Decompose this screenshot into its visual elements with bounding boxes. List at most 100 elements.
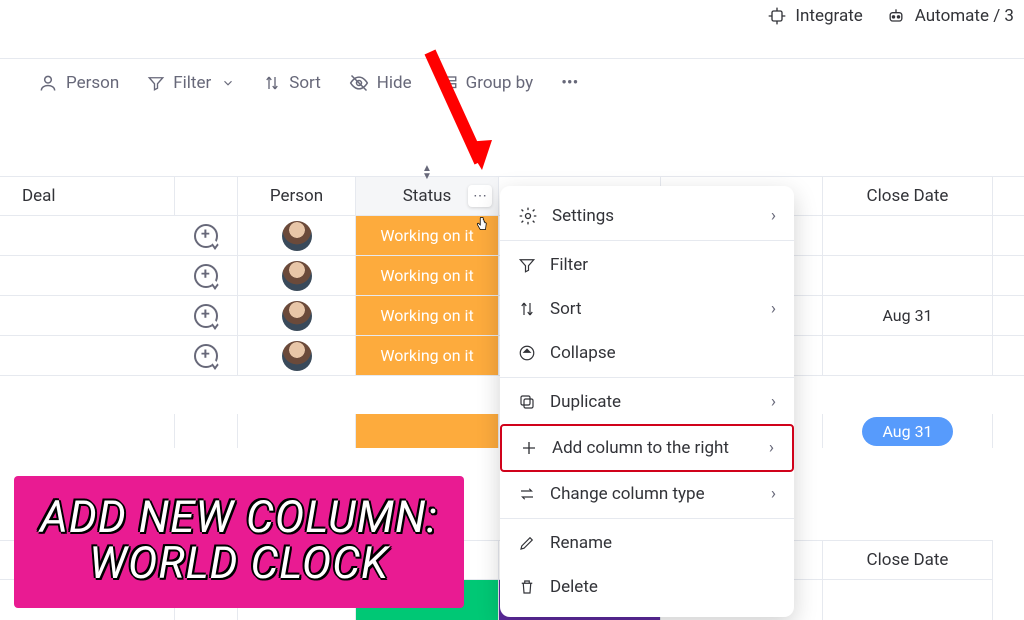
add-update-icon[interactable]	[194, 304, 218, 328]
cell-status[interactable]: Working on it	[356, 256, 499, 295]
integrate-label: Integrate	[795, 6, 862, 26]
cell-close-date[interactable]	[823, 216, 993, 255]
header-close-date-label: Close Date	[867, 186, 949, 206]
filter-icon	[518, 256, 536, 274]
add-update-icon[interactable]	[194, 224, 218, 248]
add-update-icon[interactable]	[194, 264, 218, 288]
cursor-icon	[472, 215, 490, 239]
menu-duplicate-label: Duplicate	[550, 392, 621, 412]
chevron-right-icon: ›	[771, 484, 776, 504]
cell-updates[interactable]	[175, 216, 238, 255]
avatar[interactable]	[282, 221, 312, 251]
pencil-icon	[518, 534, 536, 552]
menu-sort-label: Sort	[550, 299, 582, 319]
cell-close-date[interactable]: Aug 31	[823, 296, 993, 335]
cell-updates[interactable]	[175, 296, 238, 335]
cell-person[interactable]	[238, 336, 356, 375]
header-deal-label: Deal	[22, 186, 56, 206]
menu-filter[interactable]: Filter	[500, 243, 794, 287]
chevron-down-icon	[221, 76, 235, 90]
avatar[interactable]	[282, 301, 312, 331]
filter-label: Filter	[173, 73, 211, 93]
menu-change-type[interactable]: Change column type ›	[500, 472, 794, 516]
summary-close-date: Aug 31	[823, 414, 993, 448]
header-deal[interactable]: Deal	[0, 177, 175, 215]
header-person[interactable]: Person	[238, 177, 356, 215]
duplicate-icon	[518, 393, 536, 411]
sort-icon	[518, 300, 536, 318]
close-date-label: Aug 31	[882, 306, 932, 325]
menu-separator	[500, 377, 794, 378]
person-icon	[38, 73, 58, 93]
menu-delete[interactable]: Delete	[500, 565, 794, 609]
automate-button[interactable]: Automate / 3	[885, 6, 1014, 26]
column-menu: Settings › Filter Sort › Collapse Duplic…	[500, 186, 794, 617]
plus-icon	[520, 439, 538, 457]
filter-button[interactable]: Filter	[147, 73, 235, 93]
menu-sort[interactable]: Sort ›	[500, 287, 794, 331]
chevron-right-icon: ›	[771, 299, 776, 319]
menu-collapse[interactable]: Collapse	[500, 331, 794, 375]
hide-button[interactable]: Hide	[349, 73, 412, 93]
add-update-icon[interactable]	[194, 344, 218, 368]
cell-person[interactable]	[238, 296, 356, 335]
sort-button[interactable]: Sort	[263, 73, 321, 93]
menu-settings-label: Settings	[552, 206, 614, 226]
group2-close-date-header[interactable]: Close Date	[823, 541, 993, 579]
menu-add-column-right[interactable]: Add column to the right ›	[500, 424, 794, 472]
group2-close-date-label: Close Date	[867, 550, 949, 570]
menu-separator	[500, 240, 794, 241]
avatar[interactable]	[282, 261, 312, 291]
annotation-arrow	[410, 42, 500, 196]
integrate-icon	[767, 6, 787, 26]
menu-duplicate[interactable]: Duplicate ›	[500, 380, 794, 424]
topbar: Integrate Automate / 3	[767, 6, 1024, 26]
hide-icon	[349, 73, 369, 93]
cell-updates[interactable]	[175, 336, 238, 375]
caption-line1: ADD NEW COLUMN:	[40, 494, 438, 540]
chevron-right-icon: ›	[771, 392, 776, 412]
cell-close-date[interactable]	[823, 256, 993, 295]
cell-close-date[interactable]	[823, 336, 993, 375]
header-updates[interactable]	[175, 177, 238, 215]
cell-person[interactable]	[238, 256, 356, 295]
more-button[interactable]: •••	[561, 73, 578, 93]
status-label: Working on it	[356, 296, 498, 335]
cell-status[interactable]: Working on it	[356, 296, 499, 335]
robot-icon	[885, 6, 907, 26]
menu-add-column-label: Add column to the right	[552, 438, 729, 458]
sort-icon	[263, 74, 281, 92]
cell-updates[interactable]	[175, 256, 238, 295]
chevron-right-icon: ›	[769, 438, 774, 458]
menu-rename-label: Rename	[550, 533, 612, 553]
hide-label: Hide	[377, 73, 412, 93]
person-filter[interactable]: Person	[38, 73, 119, 93]
menu-delete-label: Delete	[550, 577, 598, 597]
menu-change-type-label: Change column type	[550, 484, 705, 504]
gear-icon	[518, 206, 538, 226]
caption-line2: WORLD CLOCK	[40, 540, 438, 586]
cell-person[interactable]	[238, 216, 356, 255]
filter-icon	[147, 74, 165, 92]
change-type-icon	[518, 485, 536, 503]
summary-status	[356, 414, 499, 448]
menu-collapse-label: Collapse	[550, 343, 616, 363]
menu-filter-label: Filter	[550, 255, 588, 275]
cell-status[interactable]: Working on it	[356, 336, 499, 375]
status-label: Working on it	[356, 336, 498, 375]
header-close-date[interactable]: Close Date	[823, 177, 993, 215]
avatar[interactable]	[282, 341, 312, 371]
caption-box: ADD NEW COLUMN: WORLD CLOCK	[14, 476, 464, 608]
menu-rename[interactable]: Rename	[500, 521, 794, 565]
sort-label: Sort	[289, 73, 321, 93]
chevron-right-icon: ›	[771, 206, 776, 226]
status-label: Working on it	[356, 256, 498, 295]
trash-icon	[518, 578, 536, 596]
menu-separator	[500, 518, 794, 519]
collapse-icon	[518, 344, 536, 362]
more-icon: •••	[561, 73, 578, 93]
integrate-button[interactable]: Integrate	[767, 6, 862, 26]
person-label: Person	[66, 73, 119, 93]
menu-settings[interactable]: Settings ›	[500, 194, 794, 238]
automate-label: Automate / 3	[915, 6, 1014, 26]
